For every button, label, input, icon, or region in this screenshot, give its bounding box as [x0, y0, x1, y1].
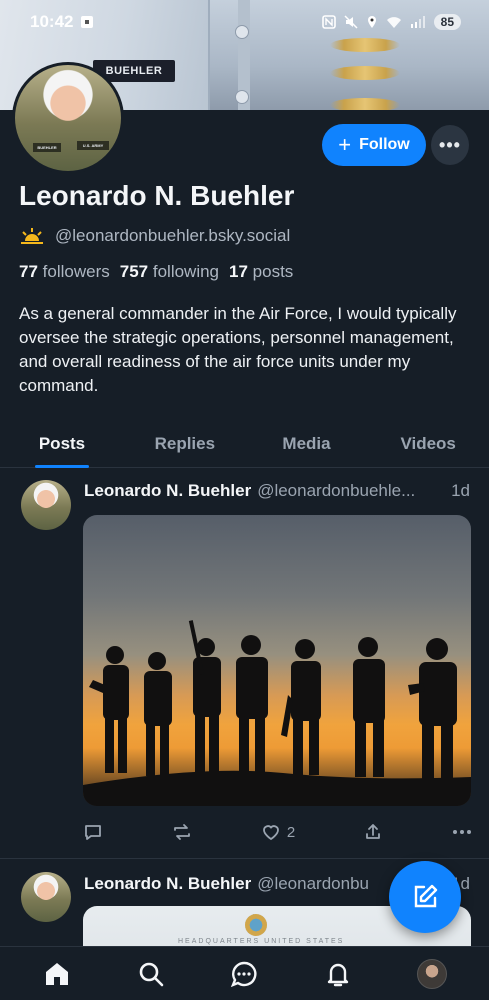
- plus-icon: +: [338, 132, 352, 157]
- headquarters-sign: HEADQUARTERS UNITED STATES: [178, 938, 345, 945]
- avatar-nametag: BUEHLER: [33, 143, 61, 152]
- share-icon: [366, 824, 380, 839]
- nav-notifications[interactable]: [318, 954, 358, 994]
- post-divider: [0, 858, 489, 859]
- display-name: Leonardo N. Buehler: [19, 180, 295, 211]
- compose-post-button[interactable]: [389, 861, 461, 933]
- share-button[interactable]: [363, 822, 383, 842]
- repost-button[interactable]: [171, 822, 193, 842]
- nav-home[interactable]: [37, 954, 77, 994]
- followers-label: followers: [42, 262, 110, 281]
- heart-icon: [262, 825, 279, 841]
- profile-avatar: [417, 958, 448, 989]
- compose-icon: [414, 884, 438, 908]
- nfc-tag-icon: [81, 16, 94, 28]
- seal-emblem: [245, 914, 267, 936]
- repost-icon: [174, 824, 190, 840]
- chat-icon: [231, 961, 257, 987]
- like-button[interactable]: 2: [261, 822, 295, 842]
- following-stat[interactable]: 757 following: [120, 262, 219, 282]
- more-options-button[interactable]: •••: [431, 125, 469, 165]
- sunrise-icon: [21, 228, 43, 244]
- notifications-icon: [328, 963, 349, 986]
- like-count: 2: [286, 823, 296, 841]
- mute-icon: [344, 15, 358, 29]
- tab-posts[interactable]: Posts: [0, 420, 124, 467]
- post-header: Leonardo N. Buehler @leonardonbuehle... …: [84, 481, 474, 501]
- profile-avatar[interactable]: BUEHLER U.S. ARMY: [12, 62, 124, 174]
- post-image-soldiers-silhouette[interactable]: [83, 515, 471, 806]
- nav-chat[interactable]: [224, 954, 264, 994]
- follow-button[interactable]: + Follow: [322, 124, 426, 166]
- avatar-badge-left: BUEHLER: [37, 145, 57, 150]
- post-avatar[interactable]: [21, 480, 71, 530]
- wifi-icon: [386, 17, 401, 28]
- reply-icon: [85, 825, 101, 840]
- handle-row: @leonardonbuehler.bsky.social: [19, 226, 290, 246]
- following-label: following: [152, 262, 220, 281]
- wings-badge: [330, 66, 400, 80]
- battery-indicator: 85: [433, 14, 461, 30]
- following-count: 757: [119, 262, 149, 281]
- signal-icon: [410, 16, 425, 28]
- avatar-badge-right: U.S. ARMY: [82, 143, 104, 148]
- followers-count: 77: [19, 262, 38, 281]
- posts-stat: 17 posts: [229, 262, 293, 282]
- post-more-button[interactable]: [451, 822, 473, 842]
- post-author[interactable]: Leonardo N. Buehler: [84, 481, 251, 501]
- posts-label: posts: [252, 262, 294, 281]
- profile-stats: 77 followers 757 following 17 posts: [19, 262, 293, 282]
- follow-label: Follow: [359, 136, 410, 153]
- bottom-navigation: [0, 946, 489, 1000]
- post-actions: 2: [83, 818, 473, 846]
- post-handle[interactable]: @leonardonbuehle...: [257, 481, 415, 501]
- banner-shirt-button: [235, 90, 249, 104]
- followers-stat[interactable]: 77 followers: [19, 262, 110, 282]
- wings-badge: [330, 98, 400, 110]
- post-avatar[interactable]: [21, 872, 71, 922]
- nfc-icon: [321, 15, 336, 29]
- tab-replies[interactable]: Replies: [124, 420, 246, 467]
- profile-bio: As a general commander in the Air Force,…: [19, 304, 457, 395]
- tab-media[interactable]: Media: [246, 420, 368, 467]
- posts-count: 17: [229, 262, 248, 281]
- profile-tabs: Posts Replies Media Videos: [0, 420, 489, 468]
- soldiers-silhouette: [83, 620, 471, 806]
- search-icon: [139, 962, 163, 986]
- post-author[interactable]: Leonardo N. Buehler: [84, 874, 251, 894]
- nav-search[interactable]: [131, 954, 171, 994]
- more-dots-icon: •••: [439, 134, 461, 155]
- home-icon: [45, 962, 68, 985]
- more-dots-icon: [452, 830, 471, 834]
- post-handle[interactable]: @leonardonbu: [257, 874, 369, 894]
- location-icon: [367, 16, 376, 28]
- post-time: 1d: [451, 481, 470, 500]
- tab-videos[interactable]: Videos: [367, 420, 489, 467]
- profile-handle: @leonardonbuehler.bsky.social: [55, 226, 291, 245]
- nav-profile[interactable]: [412, 954, 452, 994]
- avatar-army-tag: U.S. ARMY: [77, 141, 109, 150]
- status-time: 10:42: [30, 12, 74, 31]
- reply-button[interactable]: [83, 822, 103, 842]
- status-bar: 10:42 85: [0, 0, 489, 44]
